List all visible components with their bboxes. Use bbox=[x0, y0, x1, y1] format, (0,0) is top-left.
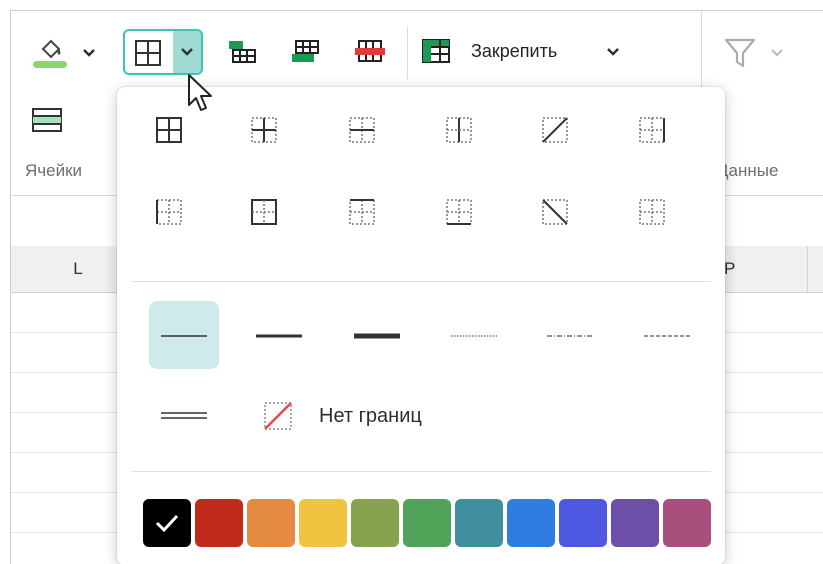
borders-dropdown-toggle[interactable] bbox=[173, 31, 201, 73]
chevron-down-icon bbox=[83, 49, 95, 57]
left-border-icon[interactable] bbox=[154, 197, 184, 227]
group-label-data: Данные bbox=[717, 161, 779, 180]
no-border-icon bbox=[264, 402, 292, 430]
color-swatch-blue[interactable] bbox=[507, 499, 555, 547]
insert-rows-icon[interactable] bbox=[290, 39, 322, 65]
borders-button[interactable] bbox=[123, 29, 203, 75]
borders-dropdown: Нет границ bbox=[117, 87, 725, 564]
inner-horizontal-borders-icon[interactable] bbox=[347, 115, 377, 145]
inner-borders-icon[interactable] bbox=[249, 115, 279, 145]
borders-icon bbox=[135, 40, 161, 66]
filter-button[interactable] bbox=[723, 33, 793, 73]
freeze-panes-icon bbox=[422, 39, 450, 63]
outer-borders-icon[interactable] bbox=[249, 197, 279, 227]
no-borders-button[interactable]: Нет границ bbox=[257, 393, 477, 437]
menu-separator bbox=[131, 471, 711, 472]
color-swatch-purple[interactable] bbox=[611, 499, 659, 547]
line-style-thin[interactable] bbox=[149, 301, 219, 369]
cell-format-icon[interactable] bbox=[31, 107, 65, 135]
insert-table-icon[interactable] bbox=[227, 39, 259, 65]
line-style-dash-dot[interactable] bbox=[535, 301, 605, 369]
spreadsheet-window: Закрепить Ячейки Данные L P Нет границ bbox=[10, 10, 823, 564]
chevron-down-icon bbox=[181, 48, 193, 56]
no-outer-borders-icon[interactable] bbox=[637, 197, 667, 227]
group-label-cells: Ячейки bbox=[25, 161, 83, 180]
diagonal-down-border-icon[interactable] bbox=[540, 197, 570, 227]
freeze-panes-button[interactable]: Закрепить bbox=[421, 33, 621, 73]
color-swatch-red[interactable] bbox=[195, 499, 243, 547]
inner-vertical-borders-icon[interactable] bbox=[444, 115, 474, 145]
color-swatch-teal[interactable] bbox=[455, 499, 503, 547]
color-swatch-green[interactable] bbox=[403, 499, 451, 547]
menu-separator bbox=[131, 281, 711, 282]
ribbon-separator bbox=[407, 27, 408, 79]
color-swatch-olive[interactable] bbox=[351, 499, 399, 547]
fill-color-icon bbox=[33, 39, 67, 68]
no-borders-label: Нет границ bbox=[319, 405, 422, 427]
chevron-down-icon bbox=[607, 48, 619, 56]
bottom-border-icon[interactable] bbox=[444, 197, 474, 227]
delete-rows-icon[interactable] bbox=[353, 39, 387, 65]
top-border-icon[interactable] bbox=[347, 197, 377, 227]
all-borders-icon[interactable] bbox=[154, 115, 184, 145]
line-style-double[interactable] bbox=[149, 383, 219, 451]
line-style-thick[interactable] bbox=[342, 301, 412, 369]
chevron-down-icon bbox=[771, 49, 783, 57]
line-style-dashed[interactable] bbox=[632, 301, 702, 369]
mouse-cursor-icon bbox=[188, 74, 212, 111]
line-style-medium[interactable] bbox=[244, 301, 314, 369]
column-header-P[interactable]: P bbox=[716, 246, 808, 292]
right-border-icon[interactable] bbox=[637, 115, 667, 145]
color-swatch-magenta[interactable] bbox=[663, 499, 711, 547]
fill-color-button[interactable] bbox=[31, 33, 95, 73]
filter-icon bbox=[724, 38, 756, 68]
color-swatch-indigo[interactable] bbox=[559, 499, 607, 547]
diagonal-up-border-icon[interactable] bbox=[540, 115, 570, 145]
color-swatch-orange[interactable] bbox=[247, 499, 295, 547]
checkmark-icon bbox=[155, 514, 179, 533]
color-swatch-black[interactable] bbox=[143, 499, 191, 547]
freeze-panes-label: Закрепить bbox=[471, 41, 558, 61]
line-style-dotted[interactable] bbox=[439, 301, 509, 369]
color-swatch-yellow[interactable] bbox=[299, 499, 347, 547]
